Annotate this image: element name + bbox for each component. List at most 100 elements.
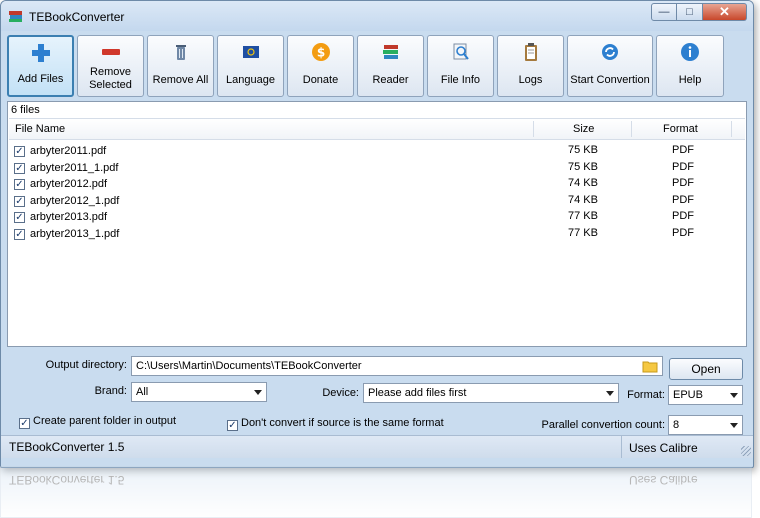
file-name: arbyter2012.pdf xyxy=(30,178,108,190)
close-button[interactable]: ✕ xyxy=(703,3,747,21)
checkbox-box[interactable]: ✓ xyxy=(19,418,30,429)
dont-convert-same-format-checkbox[interactable]: ✓ Don't convert if source is the same for… xyxy=(227,417,444,431)
parallel-count-value: 8 xyxy=(673,419,680,431)
open-button[interactable]: Open xyxy=(669,358,743,380)
remove-selected-button[interactable]: Remove Selected xyxy=(77,35,144,97)
logs-button[interactable]: Logs xyxy=(497,35,564,97)
brand-select[interactable]: All xyxy=(131,382,267,402)
title-bar[interactable]: TEBookConverter — □ ✕ xyxy=(1,1,753,31)
format-select[interactable]: EPUB xyxy=(668,385,743,405)
device-select[interactable]: Please add files first xyxy=(363,383,619,403)
create-parent-folder-label: Create parent folder in output xyxy=(33,415,177,427)
create-parent-folder-checkbox[interactable]: ✓ Create parent folder in output xyxy=(19,415,176,429)
books-icon xyxy=(382,45,398,59)
resize-grip[interactable] xyxy=(741,446,751,456)
chevron-down-icon xyxy=(730,393,738,398)
parallel-count-select[interactable]: 8 xyxy=(668,415,743,435)
chevron-down-icon xyxy=(730,423,738,428)
donate-label: Donate xyxy=(302,74,339,86)
app-window: TEBookConverter — □ ✕ Add Files Remove S… xyxy=(0,0,754,468)
clipboard-icon xyxy=(524,43,537,61)
window-reflection: TEBookConverter 1.5 Uses Calibre xyxy=(0,466,752,518)
file-format: PDF xyxy=(672,226,694,239)
reader-label: Reader xyxy=(372,74,409,86)
minimize-button[interactable]: — xyxy=(651,3,677,21)
donate-button[interactable]: $ Donate xyxy=(287,35,354,97)
brand-value: All xyxy=(136,386,149,398)
file-format: PDF xyxy=(672,193,694,206)
file-checkbox[interactable]: ✓ xyxy=(14,212,25,223)
folder-icon[interactable] xyxy=(642,359,658,373)
file-row[interactable]: ✓ arbyter2012_1.pdf 74 KB PDF xyxy=(12,194,742,211)
column-divider[interactable] xyxy=(631,121,632,137)
file-name: arbyter2011.pdf xyxy=(30,145,107,157)
parallel-count-label: Parallel convertion count: xyxy=(541,419,665,431)
column-divider[interactable] xyxy=(731,121,732,137)
file-format: PDF xyxy=(672,160,694,173)
start-convertion-label: Start Convertion xyxy=(570,74,650,86)
maximize-button[interactable]: □ xyxy=(677,3,703,21)
trash-icon xyxy=(175,45,186,60)
remove-selected-label: Remove Selected xyxy=(89,66,132,91)
column-header-format[interactable]: Format xyxy=(663,119,698,139)
plus-icon xyxy=(31,44,50,62)
status-bar: TEBookConverter 1.5 Uses Calibre xyxy=(1,435,753,458)
file-checkbox[interactable]: ✓ xyxy=(14,162,25,174)
flag-icon xyxy=(242,46,259,58)
add-files-label: Add Files xyxy=(17,73,64,85)
file-size: 77 KB xyxy=(568,226,598,239)
reflection-version-text: TEBookConverter 1.5 xyxy=(9,473,125,487)
add-files-button[interactable]: Add Files xyxy=(7,35,74,97)
format-label: Format: xyxy=(627,389,665,401)
remove-all-button[interactable]: Remove All xyxy=(147,35,214,97)
chevron-down-icon xyxy=(606,391,614,396)
chevron-down-icon xyxy=(254,390,262,395)
window-controls: — □ ✕ xyxy=(651,3,747,21)
output-directory-value: C:\Users\Martin\Documents\TEBookConverte… xyxy=(136,360,362,372)
file-format: PDF xyxy=(672,144,694,156)
file-row[interactable]: ✓ arbyter2011_1.pdf 75 KB PDF xyxy=(12,161,742,178)
file-count: 6 files xyxy=(11,104,40,116)
start-convertion-button[interactable]: Start Convertion xyxy=(567,35,653,97)
file-size: 75 KB xyxy=(568,144,598,156)
file-info-label: File Info xyxy=(440,74,481,86)
app-logo-icon xyxy=(9,11,22,22)
file-name: arbyter2013_1.pdf xyxy=(30,227,120,240)
output-directory-label: Output directory: xyxy=(45,359,127,371)
reader-button[interactable]: Reader xyxy=(357,35,424,97)
file-size: 77 KB xyxy=(568,210,598,222)
logs-label: Logs xyxy=(518,74,543,86)
engine-status: Uses Calibre xyxy=(629,441,698,455)
file-checkbox[interactable]: ✓ xyxy=(14,146,25,157)
window-title: TEBookConverter xyxy=(29,10,125,24)
column-header-size[interactable]: Size xyxy=(573,119,594,139)
output-directory-input[interactable]: C:\Users\Martin\Documents\TEBookConverte… xyxy=(131,356,663,376)
file-row[interactable]: ✓ arbyter2011.pdf 75 KB PDF xyxy=(12,144,742,161)
file-row[interactable]: ✓ arbyter2012.pdf 74 KB PDF xyxy=(12,177,742,194)
language-button[interactable]: Language xyxy=(217,35,284,97)
file-name: arbyter2013.pdf xyxy=(30,211,108,223)
file-checkbox[interactable]: ✓ xyxy=(14,179,25,190)
svg-text:$: $ xyxy=(316,46,324,60)
column-divider[interactable] xyxy=(533,121,534,137)
remove-all-label: Remove All xyxy=(152,74,209,86)
file-list-panel: 6 files File Name Size Format ✓ arbyter2… xyxy=(7,101,747,347)
help-label: Help xyxy=(678,74,702,86)
brand-label: Brand: xyxy=(94,385,127,397)
file-row[interactable]: ✓ arbyter2013_1.pdf 77 KB PDF xyxy=(12,227,742,244)
reflection-engine-text: Uses Calibre xyxy=(629,473,698,487)
language-label: Language xyxy=(226,74,275,86)
file-size: 74 KB xyxy=(568,177,598,189)
version-status: TEBookConverter 1.5 xyxy=(9,440,125,454)
status-divider xyxy=(621,436,622,458)
file-format: PDF xyxy=(672,210,694,222)
file-checkbox[interactable]: ✓ xyxy=(14,195,25,207)
help-button[interactable]: Help xyxy=(656,35,724,97)
checkbox-box[interactable]: ✓ xyxy=(227,420,238,431)
file-checkbox[interactable]: ✓ xyxy=(14,228,25,240)
file-row[interactable]: ✓ arbyter2013.pdf 77 KB PDF xyxy=(12,210,742,227)
file-info-button[interactable]: File Info xyxy=(427,35,494,97)
file-format: PDF xyxy=(672,177,694,189)
column-header-name[interactable]: File Name xyxy=(15,119,65,139)
device-value: Please add files first xyxy=(368,387,467,399)
